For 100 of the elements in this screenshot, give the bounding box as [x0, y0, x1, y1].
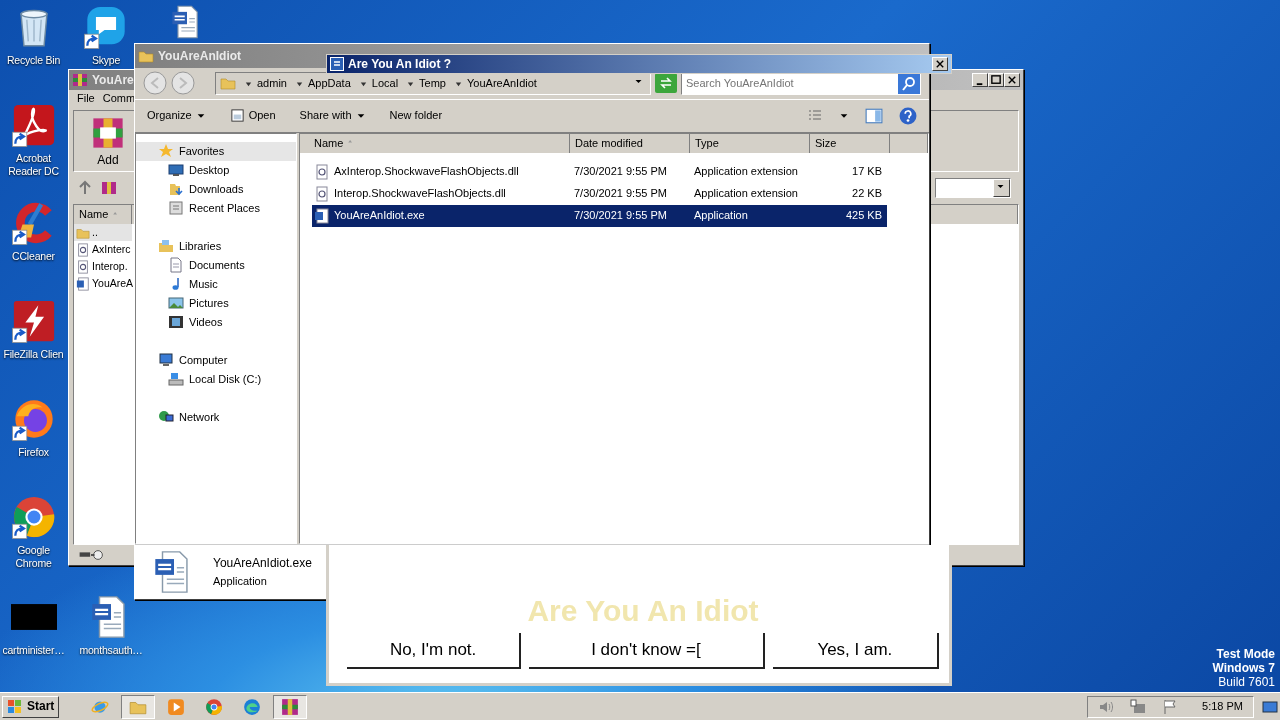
file-row[interactable]: AxInterc	[74, 241, 132, 258]
download-folder-icon	[168, 181, 184, 198]
desktop-icon-label[interactable]: CCleaner	[12, 250, 55, 263]
component-file-icon	[76, 242, 90, 257]
nav-item[interactable]: Documents	[136, 255, 296, 275]
star-icon	[158, 143, 174, 160]
column-header[interactable]: Size	[810, 133, 890, 153]
breadcrumb[interactable]: admin	[257, 76, 287, 91]
folder-icon	[220, 75, 236, 92]
pdf-reader-icon[interactable]	[10, 102, 57, 148]
search-icon[interactable]	[898, 72, 920, 94]
monitor-icon	[168, 162, 184, 179]
network-icon[interactable]	[1130, 698, 1147, 715]
file-row[interactable]: ..	[74, 224, 132, 241]
file-row[interactable]: Interop.	[74, 258, 132, 275]
preview-pane-icon[interactable]	[865, 106, 883, 125]
desktop-icon-label[interactable]: cartminister…	[2, 644, 65, 657]
file-name[interactable]: Interop.ShockwaveFlashObjects.dll	[334, 187, 506, 201]
browser-icon[interactable]	[10, 494, 57, 540]
column-header[interactable]: Date modified	[570, 133, 690, 153]
table-cell-text: 425 KB	[844, 209, 883, 223]
os-notice: Windows 7	[1212, 661, 1275, 675]
component-file-icon	[314, 163, 330, 180]
column-header[interactable]: Name	[74, 205, 132, 224]
desktop-icon-label[interactable]: monthsauth…	[79, 644, 143, 657]
up-arrow-icon[interactable]	[77, 180, 93, 196]
breadcrumb[interactable]: Temp	[419, 76, 446, 91]
add-button[interactable]: Add	[86, 114, 130, 168]
document-icon	[330, 57, 344, 71]
clock[interactable]: 5:18 PM	[1202, 699, 1243, 714]
toolbar-button[interactable]: Open	[225, 108, 280, 124]
ftp-client-icon[interactable]	[10, 298, 57, 344]
drive-status-icon	[77, 548, 105, 562]
nav-item[interactable]: Pictures	[136, 293, 296, 313]
show-desktop-icon[interactable]	[1262, 698, 1278, 715]
component-file-icon	[314, 185, 330, 202]
windows-logo-icon	[7, 698, 23, 715]
library-icon	[158, 238, 174, 255]
browser-icon[interactable]	[205, 697, 224, 716]
table-cell-text: Application extension	[693, 165, 799, 179]
menu-item[interactable]: Comm	[102, 92, 136, 106]
folder-icon	[138, 48, 154, 64]
file-row[interactable]: AxInterop.ShockwaveFlashObjects.dll 7/30/2021 9:55 PM Application extension 17 KB	[312, 160, 887, 183]
desktop-icon-label[interactable]: FileZilla Clien	[3, 348, 64, 361]
breadcrumb[interactable]: YouAreAnIdiot	[467, 76, 537, 91]
menu-item[interactable]: File	[77, 92, 95, 106]
file-name: YouAreAnIdiot.exe	[213, 556, 312, 571]
yes-button[interactable]: Yes, I am.	[772, 633, 939, 669]
nav-item[interactable]: Computer	[136, 350, 296, 370]
nav-item[interactable]: Desktop	[136, 160, 296, 180]
table-cell-text: Application	[693, 209, 749, 223]
nav-item[interactable]: Music	[136, 274, 296, 294]
breadcrumb[interactable]: Local	[371, 76, 399, 91]
nav-item[interactable]: Favorites	[136, 141, 296, 161]
desktop-icon-label[interactable]: Google Chrome	[0, 544, 67, 570]
disk-icon	[168, 371, 184, 388]
taskbar-button[interactable]	[273, 694, 308, 719]
desktop-icon-label[interactable]: Skype	[91, 54, 121, 67]
file-name[interactable]: AxInterop.ShockwaveFlashObjects.dll	[334, 165, 519, 179]
file-type: Application	[213, 574, 268, 588]
file-row[interactable]: YouAreA	[74, 275, 132, 292]
archive-icon[interactable]	[281, 697, 300, 716]
toolbar-button[interactable]: Organize	[143, 109, 210, 123]
flag-icon[interactable]	[1162, 698, 1179, 715]
os-notice: Test Mode	[1216, 647, 1275, 661]
nav-item[interactable]: Videos	[136, 312, 296, 332]
nav-item[interactable]: Local Disk (C:)	[136, 369, 296, 389]
nav-item[interactable]: Recent Places	[136, 198, 296, 218]
file-row[interactable]: Interop.ShockwaveFlashObjects.dll 7/30/2021 9:55 PM Application extension 22 KB	[312, 182, 887, 205]
help-icon[interactable]	[899, 106, 917, 125]
archive-icon	[72, 72, 88, 88]
toolbar-button[interactable]: New folder	[385, 109, 447, 123]
table-cell-text: 17 KB	[851, 165, 883, 179]
component-file-icon	[76, 259, 90, 274]
table-cell-text: 7/30/2021 9:55 PM	[573, 187, 668, 201]
dont-know-button[interactable]: I don't know =[	[529, 633, 765, 669]
file-row[interactable]: YouAreAnIdiot.exe 7/30/2021 9:55 PM Application 425 KB	[312, 204, 887, 227]
taskbar-button[interactable]	[121, 694, 156, 719]
window-title: Are You An Idiot ?	[348, 56, 452, 72]
nav-item[interactable]: Network	[136, 407, 296, 427]
start-button[interactable]: Start	[2, 695, 60, 718]
path-dropdown[interactable]	[935, 178, 1011, 198]
desktop-icon-label[interactable]: Recycle Bin	[6, 54, 61, 67]
file-name[interactable]: YouAreAnIdiot.exe	[334, 209, 425, 223]
computer-icon	[158, 352, 174, 369]
browser-icon[interactable]	[243, 697, 262, 716]
window-title: YouAreAnIdiot	[158, 48, 242, 64]
toolbar-button[interactable]: Share with	[295, 109, 370, 123]
column-header[interactable]: Type	[690, 133, 810, 153]
table-cell-text: Application extension	[693, 187, 799, 201]
nav-item[interactable]: Libraries	[136, 236, 296, 256]
desktop-icon-label[interactable]: Firefox	[18, 446, 49, 459]
desktop-icon-label[interactable]: Acrobat Reader DC	[0, 152, 67, 178]
no-button[interactable]: No, I'm not.	[347, 633, 522, 669]
table-cell-text: 7/30/2021 9:55 PM	[573, 165, 668, 179]
os-notice: Build 7601	[1218, 675, 1275, 689]
document-file-icon	[314, 207, 330, 224]
nav-item[interactable]: Downloads	[136, 179, 296, 199]
column-header[interactable]: Name	[300, 133, 570, 153]
breadcrumb[interactable]: AppData	[307, 76, 351, 91]
